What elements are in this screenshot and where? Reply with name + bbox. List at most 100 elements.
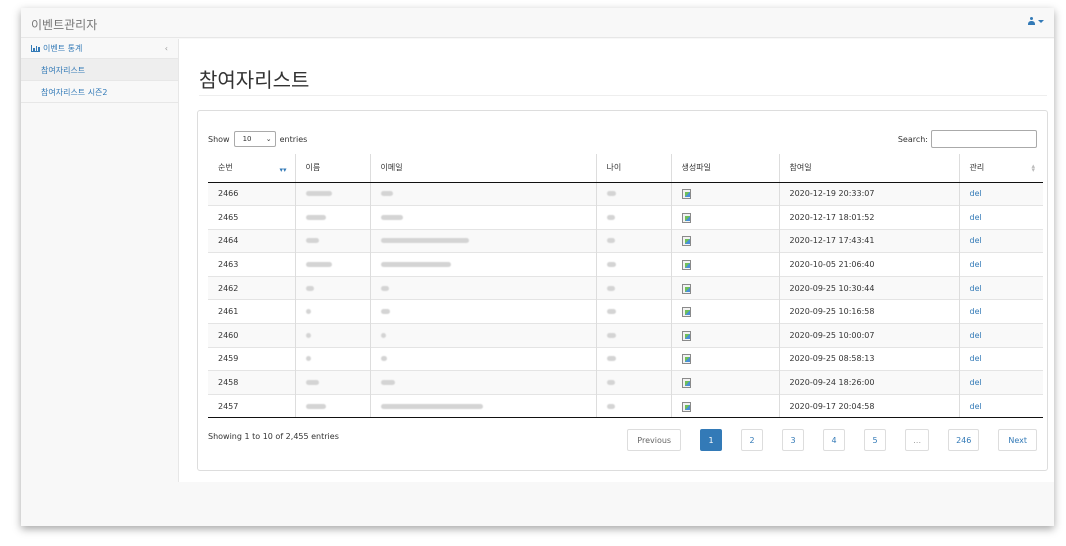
redacted-age bbox=[595, 370, 671, 395]
row-number: 2465 bbox=[208, 205, 295, 230]
page-button-1[interactable]: 1 bbox=[700, 429, 723, 451]
row-number: 2463 bbox=[208, 252, 295, 277]
page-ellipsis: … bbox=[905, 429, 930, 451]
top-navbar: 이벤트관리자 bbox=[21, 8, 1054, 38]
delete-link[interactable]: del bbox=[970, 378, 982, 387]
user-menu-button[interactable] bbox=[1028, 17, 1044, 25]
chevron-left-icon[interactable]: ‹ bbox=[165, 44, 168, 53]
search-control: Search: bbox=[898, 130, 1037, 148]
table-row: 2460 2020-09-25 10:00:07 del bbox=[208, 323, 1043, 348]
broken-image-icon[interactable] bbox=[681, 283, 691, 294]
column-header-file[interactable]: 생성파일 bbox=[670, 154, 779, 183]
redacted-name bbox=[294, 299, 370, 324]
broken-image-icon[interactable] bbox=[681, 236, 691, 247]
sidebar-item-participant-list-season2[interactable]: 참여자리스트 시즌2 bbox=[21, 81, 178, 103]
delete-link[interactable]: del bbox=[970, 189, 982, 198]
bar-chart-icon bbox=[31, 45, 40, 52]
row-number: 2459 bbox=[208, 346, 295, 371]
sidebar-group-event-stats[interactable]: 이벤트 통계 ‹ bbox=[21, 39, 178, 59]
redacted-age bbox=[595, 393, 671, 419]
delete-link[interactable]: del bbox=[970, 213, 982, 222]
delete-link-cell: del bbox=[958, 275, 1043, 300]
delete-link[interactable]: del bbox=[970, 307, 982, 316]
redacted-email bbox=[369, 346, 596, 371]
delete-link[interactable]: del bbox=[970, 354, 982, 363]
app-window: 이벤트관리자 이벤트 통계 ‹ 참여자리스트 참여자리스트 시즌2 참여자리스트… bbox=[21, 8, 1054, 526]
broken-image-icon[interactable] bbox=[681, 260, 691, 271]
page-button-3[interactable]: 3 bbox=[782, 429, 805, 451]
page-button-2[interactable]: 2 bbox=[741, 429, 764, 451]
redacted-name bbox=[294, 346, 370, 371]
redacted-email bbox=[369, 252, 596, 277]
generated-file-cell bbox=[670, 299, 779, 324]
generated-file-cell bbox=[670, 323, 779, 348]
row-number: 2461 bbox=[208, 299, 295, 324]
row-number: 2457 bbox=[208, 393, 295, 419]
search-input[interactable] bbox=[931, 130, 1037, 148]
search-label: Search: bbox=[897, 134, 928, 144]
page-length-control: Show 10 ⌄ entries bbox=[208, 131, 307, 147]
participation-date: 2020-09-25 10:30:44 bbox=[778, 275, 959, 300]
page-length-select[interactable]: 10 ⌄ bbox=[233, 131, 276, 147]
redacted-age bbox=[595, 299, 671, 324]
broken-image-icon[interactable] bbox=[681, 212, 691, 223]
column-header-date[interactable]: 참여일 bbox=[778, 154, 959, 183]
delete-link-cell: del bbox=[958, 252, 1043, 277]
redacted-email bbox=[369, 228, 596, 253]
caret-down-icon bbox=[1038, 19, 1044, 23]
table-header-row: 순번 ▾▾ 이름 이메일 나이 생성파일 참여일 관리 ▴ ▾ bbox=[208, 154, 1043, 183]
redacted-name bbox=[294, 393, 370, 419]
delete-link-cell: del bbox=[958, 393, 1043, 419]
delete-link[interactable]: del bbox=[970, 236, 982, 245]
delete-link[interactable]: del bbox=[970, 260, 982, 269]
participation-date: 2020-12-17 18:01:52 bbox=[778, 205, 959, 230]
page-button-last[interactable]: 246 bbox=[948, 429, 980, 451]
redacted-age bbox=[595, 205, 671, 230]
redacted-email bbox=[369, 275, 596, 300]
broken-image-icon[interactable] bbox=[681, 307, 691, 318]
column-header-no[interactable]: 순번 ▾▾ bbox=[208, 154, 295, 183]
sidebar-item-participant-list[interactable]: 참여자리스트 bbox=[21, 59, 178, 81]
delete-link[interactable]: del bbox=[970, 402, 982, 411]
delete-link-cell: del bbox=[958, 181, 1043, 206]
redacted-name bbox=[294, 252, 370, 277]
column-header-manage[interactable]: 관리 ▴ ▾ bbox=[958, 154, 1043, 183]
row-number: 2464 bbox=[208, 228, 295, 253]
data-table-panel: Show 10 ⌄ entries Search: 순번 ▾▾ 이름 이메일 나… bbox=[197, 110, 1048, 471]
generated-file-cell bbox=[670, 346, 779, 371]
next-page-button[interactable]: Next bbox=[998, 429, 1037, 451]
participation-date: 2020-09-25 08:58:13 bbox=[778, 346, 959, 371]
participation-date: 2020-12-17 17:43:41 bbox=[778, 228, 959, 253]
redacted-age bbox=[595, 323, 671, 348]
app-brand[interactable]: 이벤트관리자 bbox=[31, 16, 97, 33]
sidebar-group-label: 이벤트 통계 bbox=[43, 44, 83, 53]
delete-link-cell: del bbox=[958, 346, 1043, 371]
redacted-age bbox=[595, 228, 671, 253]
column-header-name[interactable]: 이름 bbox=[294, 154, 370, 183]
column-header-email[interactable]: 이메일 bbox=[369, 154, 596, 183]
delete-link[interactable]: del bbox=[970, 284, 982, 293]
previous-page-button[interactable]: Previous bbox=[627, 429, 682, 451]
redacted-age bbox=[595, 181, 671, 206]
broken-image-icon[interactable] bbox=[681, 378, 691, 389]
row-number: 2458 bbox=[208, 370, 295, 395]
sidebar: 이벤트 통계 ‹ 참여자리스트 참여자리스트 시즌2 bbox=[21, 39, 178, 103]
redacted-name bbox=[294, 205, 370, 230]
table-row: 2464 2020-12-17 17:43:41 del bbox=[208, 228, 1043, 253]
broken-image-icon[interactable] bbox=[681, 401, 691, 412]
row-number: 2460 bbox=[208, 323, 295, 348]
main-content: 참여자리스트 Show 10 ⌄ entries Search: 순번 ▾▾ 이… bbox=[178, 39, 1054, 482]
page-button-5[interactable]: 5 bbox=[864, 429, 887, 451]
broken-image-icon[interactable] bbox=[681, 330, 691, 341]
redacted-email bbox=[369, 393, 596, 419]
broken-image-icon[interactable] bbox=[681, 189, 691, 200]
page-title: 참여자리스트 bbox=[199, 68, 310, 92]
participation-date: 2020-12-19 20:33:07 bbox=[778, 181, 959, 206]
table-row: 2458 2020-09-24 18:26:00 del bbox=[208, 370, 1043, 395]
delete-link[interactable]: del bbox=[970, 331, 982, 340]
column-header-age[interactable]: 나이 bbox=[595, 154, 671, 183]
show-label: Show bbox=[208, 134, 230, 144]
redacted-email bbox=[369, 181, 596, 206]
broken-image-icon[interactable] bbox=[681, 354, 691, 365]
page-button-4[interactable]: 4 bbox=[823, 429, 846, 451]
